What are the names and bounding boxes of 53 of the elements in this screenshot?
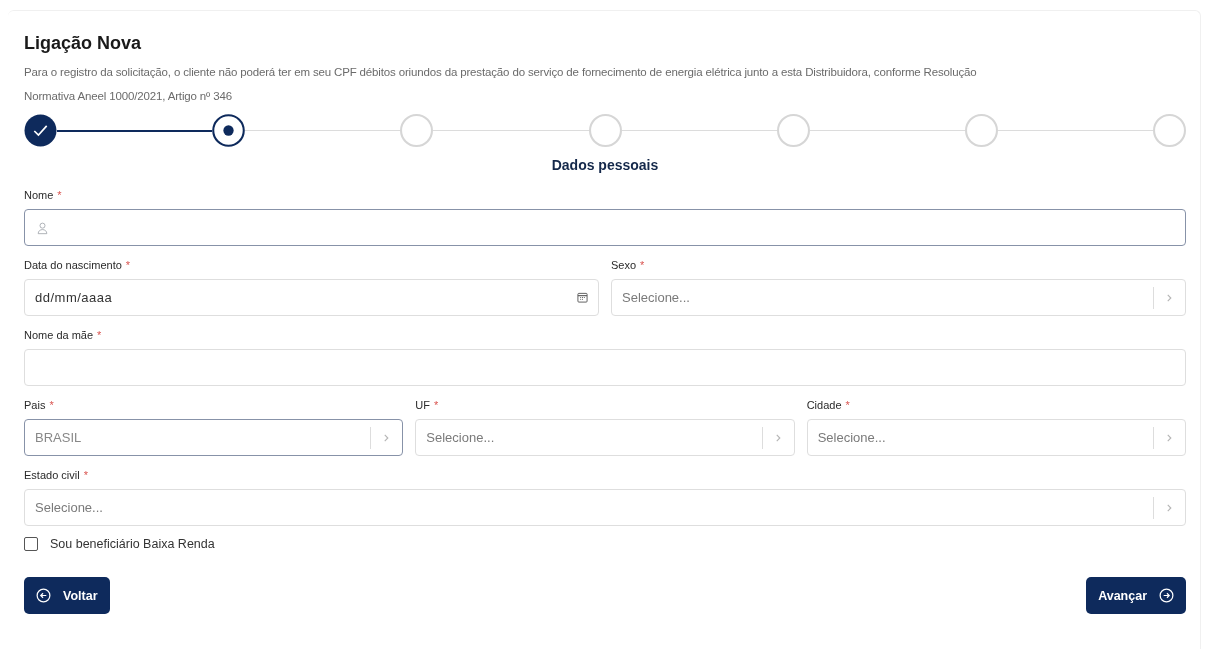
select-value: BRASIL	[35, 430, 82, 445]
page-title: Ligação Nova	[24, 33, 143, 54]
chevron-right-icon[interactable]	[383, 432, 391, 443]
required-mark: *	[434, 399, 439, 411]
field-label: Data do nascimento	[24, 259, 122, 271]
step-pending-icon[interactable]	[400, 114, 434, 147]
select-field[interactable]: Selecione...	[415, 419, 795, 456]
placeholder-text: Selecione...	[35, 500, 103, 515]
required-mark: *	[49, 399, 54, 411]
required-mark: *	[845, 399, 850, 411]
placeholder-text: Selecione...	[622, 290, 690, 305]
step-pending-icon[interactable]	[776, 114, 810, 147]
select-field[interactable]: BRASIL	[24, 419, 404, 456]
next-button[interactable]: Avançar	[1086, 577, 1186, 614]
step-pending-icon[interactable]	[1153, 114, 1187, 147]
checkbox[interactable]	[24, 537, 38, 551]
select-field[interactable]: Selecione...	[24, 489, 1186, 526]
field-label: UF	[415, 399, 430, 411]
calendar-icon[interactable]	[577, 292, 588, 303]
description-text: Para o registro da solicitação, o cliente não poderá ter em seu CPF débitos oriundos da prestação do serviço de fornecimento de energia elétrica junto a esta Distribuidora, conforme Resolução	[24, 65, 978, 80]
section-title: Dados pessoais	[550, 157, 660, 173]
step-pending-icon[interactable]	[588, 114, 622, 147]
description-text: Normativa Aneel 1000/2021, Artigo nº 346	[24, 89, 233, 104]
field-label: Pais	[24, 399, 46, 411]
field-label: Nome da mãe	[24, 329, 94, 341]
date-field[interactable]: dd/mm/aaaa	[24, 279, 599, 316]
required-mark: *	[97, 329, 102, 341]
placeholder-text: dd/mm/aaaa	[35, 290, 113, 305]
person-icon	[37, 220, 48, 235]
step-pending-icon[interactable]	[964, 114, 998, 147]
arrow-left-circle-icon	[36, 588, 51, 603]
step-current-icon[interactable]	[212, 114, 246, 147]
back-button[interactable]: Voltar	[24, 577, 110, 614]
arrow-right-circle-icon	[1159, 588, 1174, 603]
required-mark: *	[125, 259, 131, 271]
required-mark: *	[83, 469, 88, 481]
required-mark: *	[640, 259, 645, 271]
required-mark: *	[57, 189, 62, 201]
chevron-right-icon[interactable]	[1166, 432, 1173, 443]
field-label: Cidade	[806, 399, 842, 411]
checkbox-label: Sou beneficiário Baixa Renda	[50, 537, 215, 551]
select-field[interactable]: Selecione...	[806, 419, 1186, 456]
input-field[interactable]	[24, 209, 1186, 246]
chevron-right-icon[interactable]	[774, 432, 782, 443]
select-field[interactable]: Selecione...	[611, 279, 1186, 316]
step-completed-icon[interactable]	[24, 114, 57, 147]
field-label: Nome	[24, 189, 54, 201]
field-label: Estado civil	[24, 469, 80, 481]
placeholder-text: Selecione...	[817, 430, 886, 445]
placeholder-text: Selecione...	[426, 430, 495, 445]
chevron-right-icon[interactable]	[1166, 292, 1173, 303]
field-label: Sexo	[611, 259, 637, 271]
chevron-right-icon[interactable]	[1166, 502, 1173, 513]
